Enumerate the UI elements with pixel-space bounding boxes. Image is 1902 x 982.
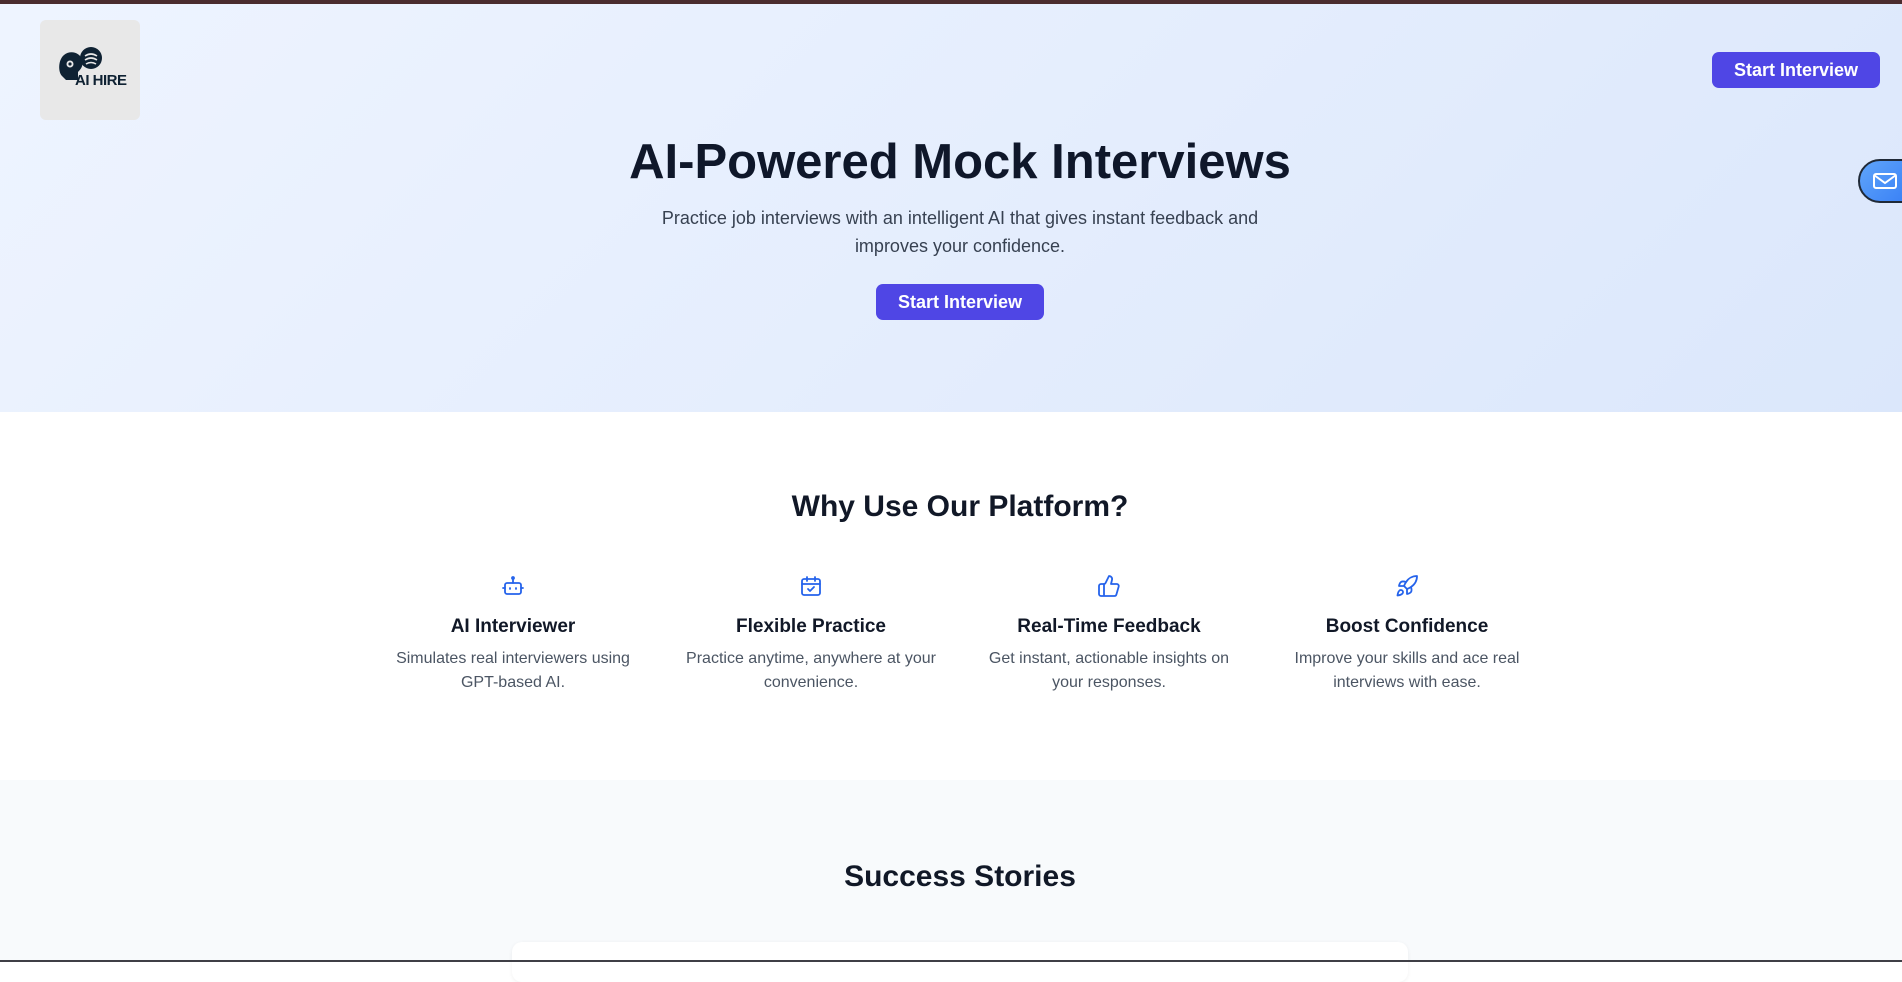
feature-card-flexible-practice: Flexible Practice Practice anytime, anyw… <box>676 574 946 695</box>
calendar-check-icon <box>801 576 821 596</box>
robot-icon <box>502 576 524 595</box>
story-card <box>512 942 1408 982</box>
feature-title: AI Interviewer <box>450 616 576 637</box>
envelope-icon <box>1873 173 1897 189</box>
features-title: Why Use Our Platform? <box>791 490 1129 523</box>
feature-title: Flexible Practice <box>736 616 886 637</box>
feature-card-ai-interviewer: AI Interviewer Simulates real interviewe… <box>378 574 648 695</box>
success-stories-section: Success Stories <box>0 780 1902 982</box>
feature-card-boost-confidence: Boost Confidence Improve your skills and… <box>1272 574 1542 695</box>
logo[interactable]: AI HIRE <box>40 20 140 120</box>
feature-description: Practice anytime, anywhere at your conve… <box>686 650 936 691</box>
feature-description: Simulates real interviewers using GPT-ba… <box>396 650 630 691</box>
feature-card-real-time-feedback: Real-Time Feedback Get instant, actionab… <box>974 574 1244 695</box>
feature-description: Get instant, actionable insights on your… <box>988 650 1230 691</box>
feature-description: Improve your skills and ace real intervi… <box>1294 650 1520 691</box>
thumbs-up-icon <box>1098 575 1120 597</box>
hero-subtitle: Practice job interviews with an intellig… <box>661 208 1259 256</box>
nav-start-interview-button[interactable]: Start Interview <box>1712 52 1880 88</box>
rocket-icon <box>1396 575 1418 597</box>
hero-section: AI HIRE Start Interview AI-Powered Mock … <box>0 4 1902 412</box>
logo-text: AI HIRE <box>75 72 127 89</box>
hero-start-interview-button[interactable]: Start Interview <box>876 284 1044 320</box>
feature-title: Boost Confidence <box>1325 616 1489 637</box>
hero-title: AI-Powered Mock Interviews <box>629 135 1291 189</box>
feature-title: Real-Time Feedback <box>1017 616 1201 637</box>
floating-side-widget[interactable] <box>1858 159 1902 203</box>
success-stories-title: Success Stories <box>844 860 1076 893</box>
features-section: Why Use Our Platform? AI Interviewer Sim… <box>0 412 1902 780</box>
